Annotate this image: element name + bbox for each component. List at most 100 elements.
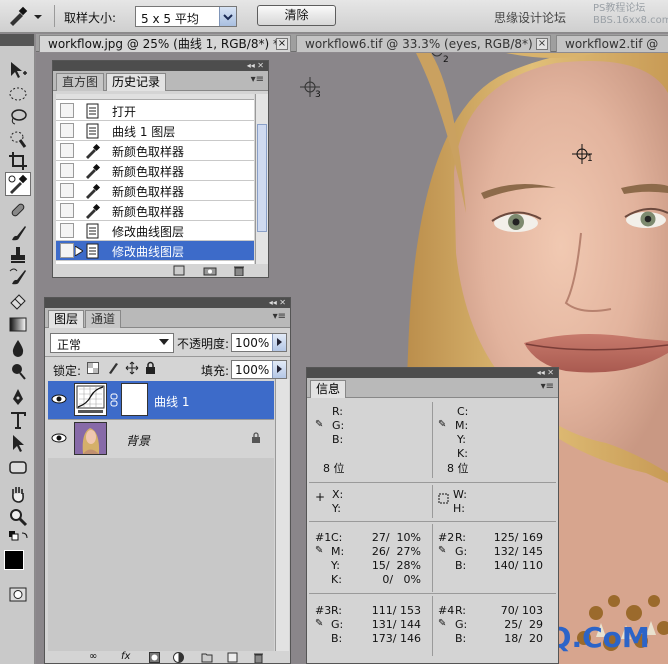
chevron-down-icon [219, 7, 236, 26]
link-layers-icon[interactable]: ∞ [89, 651, 97, 662]
history-source-checkbox[interactable] [60, 183, 74, 198]
fill-field[interactable]: 100% [231, 360, 287, 379]
history-source-checkbox[interactable] [60, 103, 74, 118]
tab-channels[interactable]: 通道 [85, 310, 122, 328]
history-item[interactable]: 新颜色取样器 [56, 161, 254, 181]
path-selection-tool-icon[interactable] [8, 433, 28, 453]
history-item[interactable]: 新颜色取样器 [56, 181, 254, 201]
hand-tool-icon[interactable] [8, 484, 28, 504]
history-source-checkbox[interactable] [60, 163, 74, 178]
trash-icon[interactable] [233, 265, 245, 276]
quick-mask-icon[interactable] [8, 586, 28, 606]
fill-slider-toggle-icon[interactable] [272, 361, 286, 378]
foreground-color-swatch[interactable] [4, 550, 24, 570]
tab-history[interactable]: 历史记录 [106, 73, 167, 91]
shape-tool-icon[interactable] [8, 457, 28, 477]
brush-tool-icon[interactable] [8, 223, 28, 243]
opacity-slider-toggle-icon[interactable] [272, 334, 286, 351]
history-list: 打开 曲线 1 图层 新颜色取样器 新颜色取样器 新颜色取样器 新颜色取样器 修… [56, 94, 254, 264]
panel-menu-icon[interactable]: ▾≡ [273, 311, 286, 322]
history-source-checkbox[interactable] [60, 143, 74, 158]
tab-workflow6-tif[interactable]: workflow6.tif @ 33.3% (eyes, RGB/8*) × [296, 35, 551, 52]
close-icon[interactable]: × [276, 38, 288, 50]
history-item[interactable]: 新颜色取样器 [56, 141, 254, 161]
panel-titlebar[interactable]: ◂◂ ✕ [307, 368, 558, 378]
history-item[interactable]: 曲线 1 图层 [56, 121, 254, 141]
history-item-selected[interactable]: 修改曲线图层 [56, 241, 254, 261]
history-source-checkbox[interactable] [60, 203, 74, 218]
tab-histogram[interactable]: 直方图 [56, 73, 105, 91]
default-colors-icon[interactable] [8, 530, 28, 550]
panel-menu-icon[interactable]: ▾≡ [251, 74, 264, 85]
collapse-icon[interactable]: ◂◂ ✕ [247, 61, 264, 71]
lock-icon [252, 432, 260, 443]
layers-scrollbar[interactable] [275, 379, 289, 651]
lasso-tool-icon[interactable] [8, 107, 28, 127]
collapse-icon[interactable]: ◂◂ ✕ [537, 368, 554, 378]
lock-image-pixels-icon[interactable] [107, 361, 119, 375]
sample-size-label: 取样大小: [64, 11, 117, 25]
zoom-tool-icon[interactable] [8, 507, 28, 527]
close-icon[interactable]: × [536, 38, 548, 50]
tab-info[interactable]: 信息 [310, 380, 347, 398]
watermark: PS教程论坛 BBS.16xx8.com [593, 3, 668, 27]
clear-button[interactable]: 清除 [257, 5, 336, 26]
lock-all-icon[interactable] [145, 361, 156, 375]
collapse-icon[interactable]: ◂◂ ✕ [269, 298, 286, 308]
type-tool-icon[interactable] [8, 410, 28, 430]
color-sampler-tool-preset[interactable] [6, 5, 46, 27]
lock-transparent-pixels-icon[interactable] [87, 362, 99, 374]
group-folder-icon[interactable] [201, 652, 213, 663]
gradient-tool-icon[interactable] [8, 314, 28, 334]
eye-visibility-icon[interactable] [51, 430, 67, 446]
new-document-from-state-icon[interactable] [173, 265, 185, 276]
camera-snapshot-icon[interactable] [203, 265, 217, 276]
move-tool-icon[interactable] [8, 60, 28, 80]
trash-icon[interactable] [253, 652, 264, 663]
blend-mode-select[interactable]: 正常 [50, 333, 174, 353]
panel-titlebar[interactable]: ◂◂ ✕ [45, 298, 290, 308]
tab-layers[interactable]: 图层 [48, 310, 85, 328]
layer-style-icon[interactable]: fx [121, 651, 130, 662]
layer-row-background[interactable]: 背景 [48, 420, 274, 458]
history-brush-tool-icon[interactable] [8, 267, 28, 287]
dodge-tool-icon[interactable] [8, 361, 28, 381]
healing-brush-tool-icon[interactable] [8, 200, 28, 220]
eyedropper-icon: ✎ [438, 618, 447, 629]
marquee-tool-icon[interactable] [8, 84, 28, 104]
layer-row-curves[interactable]: 曲线 1 [48, 381, 274, 419]
history-item[interactable]: 修改曲线图层 [56, 221, 254, 241]
cmyk-c-label: C: [457, 405, 469, 418]
history-item[interactable]: 新颜色取样器 [56, 201, 254, 221]
tab-workflow2-tif[interactable]: workflow2.tif @ 25 [556, 35, 668, 67]
eye-visibility-icon[interactable] [51, 391, 67, 407]
eraser-tool-icon[interactable] [8, 290, 28, 310]
sample-size-select[interactable]: 5 x 5 平均 [135, 6, 237, 27]
history-source-checkbox[interactable] [60, 243, 74, 258]
blur-tool-icon[interactable] [8, 338, 28, 358]
tab-workflow-jpg[interactable]: workflow.jpg @ 25% (曲线 1, RGB/8*) * × [39, 35, 291, 52]
add-mask-icon[interactable] [149, 652, 160, 663]
history-source-checkbox[interactable] [60, 123, 74, 138]
panel-menu-icon[interactable]: ▾≡ [541, 381, 554, 392]
chain-link-icon[interactable] [110, 393, 118, 407]
opacity-field[interactable]: 100% [231, 333, 287, 352]
history-scrollbar[interactable] [255, 94, 268, 264]
toolbox-grip[interactable] [0, 34, 34, 46]
layer-mask-thumbnail[interactable] [121, 383, 148, 416]
new-layer-icon[interactable] [227, 652, 238, 663]
clone-stamp-tool-icon[interactable] [8, 245, 28, 265]
scrollbar-thumb[interactable] [257, 124, 267, 232]
history-item[interactable]: 打开 [56, 101, 254, 121]
pen-tool-icon[interactable] [8, 387, 28, 407]
history-item-label: 新颜色取样器 [112, 205, 185, 219]
adjustment-layer-icon[interactable] [173, 652, 184, 663]
panel-titlebar[interactable]: ◂◂ ✕ [53, 61, 268, 71]
color-sampler-tool-icon[interactable] [5, 172, 31, 196]
history-source-checkbox[interactable] [60, 223, 74, 238]
crop-tool-icon[interactable] [8, 151, 28, 171]
lock-position-icon[interactable] [125, 361, 139, 375]
divider [432, 524, 433, 592]
history-state-slider-icon[interactable] [75, 246, 83, 256]
quick-selection-tool-icon[interactable] [8, 129, 28, 149]
